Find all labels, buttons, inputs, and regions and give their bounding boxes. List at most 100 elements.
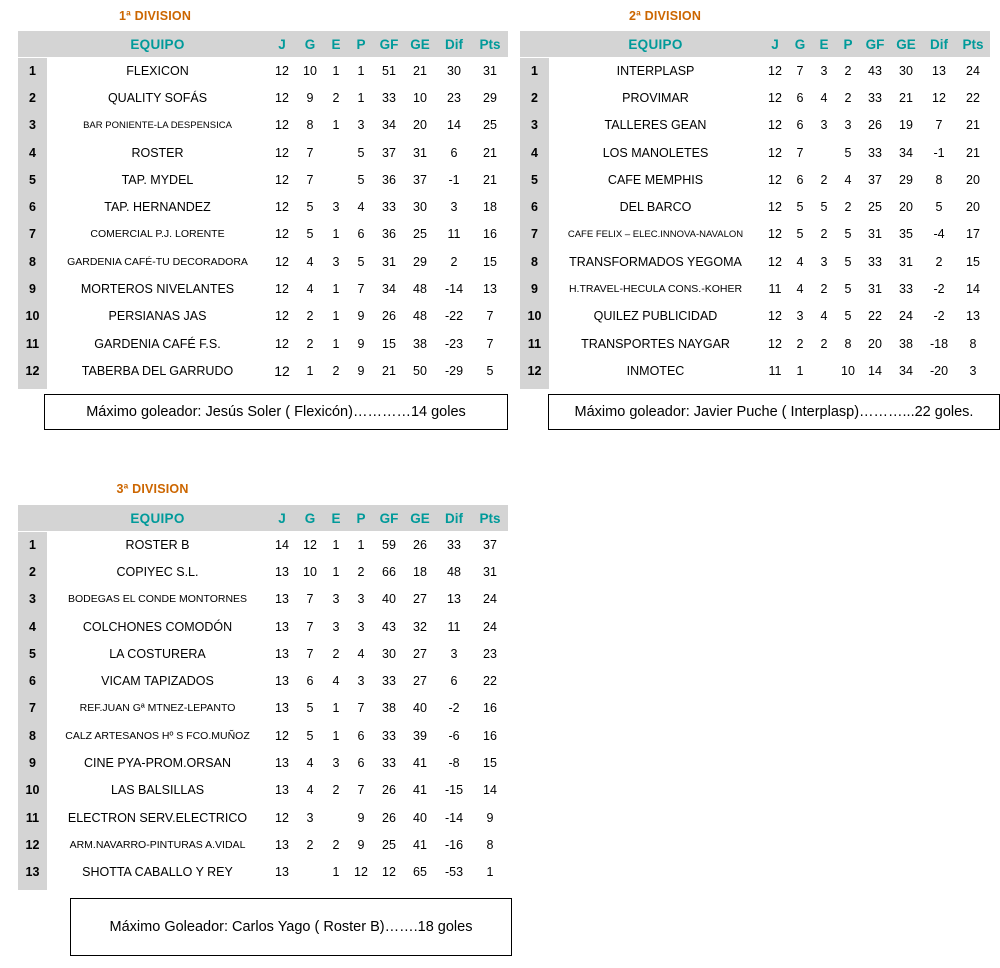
row-team: COPIYEC S.L. xyxy=(116,564,199,579)
row-j: 12 xyxy=(275,728,289,743)
row-team: LA COSTURERA xyxy=(109,646,206,661)
row-e: 2 xyxy=(820,336,828,351)
row-g: 6 xyxy=(306,674,314,689)
row-team: SHOTTA CABALLO Y REY xyxy=(82,865,233,880)
row-p: 3 xyxy=(357,674,365,689)
row-j: 13 xyxy=(275,837,289,852)
row-g: 1 xyxy=(306,363,314,378)
row-e: 1 xyxy=(332,309,340,324)
row-e: 2 xyxy=(820,282,828,297)
top-scorer-text: Máximo goleador: Jesús Soler ( Flexicón)… xyxy=(86,404,466,420)
row-gf: 20 xyxy=(868,336,882,351)
table-row: 12 ARM.NAVARRO-PINTURAS A.VIDAL 13 2 2 9 25 41 -… xyxy=(18,831,508,858)
row-ge: 50 xyxy=(413,363,427,378)
row-j: 12 xyxy=(275,309,289,324)
row-rank: 1 xyxy=(29,537,36,552)
row-ge: 21 xyxy=(899,90,913,105)
top-scorer-text: Máximo Goleador: Carlos Yago ( Roster B)… xyxy=(109,919,473,935)
row-ge: 33 xyxy=(899,282,913,297)
row-gf: 26 xyxy=(382,783,396,798)
row-team: COMERCIAL P.J. LORENTE xyxy=(90,228,225,241)
col-header-team: EQUIPO xyxy=(130,510,185,526)
row-j: 12 xyxy=(768,118,782,133)
col-header-j: J xyxy=(771,36,779,52)
row-e: 3 xyxy=(332,619,340,634)
row-pts: 14 xyxy=(966,282,980,297)
row-pts: 23 xyxy=(483,646,497,661)
row-g: 4 xyxy=(306,254,314,269)
row-rank: 5 xyxy=(29,646,36,661)
row-g: 7 xyxy=(796,63,804,78)
row-g: 7 xyxy=(796,145,804,160)
row-pts: 24 xyxy=(483,592,497,607)
row-ge: 27 xyxy=(413,592,427,607)
row-e: 2 xyxy=(332,646,340,661)
row-gf: 26 xyxy=(382,810,396,825)
row-g: 4 xyxy=(796,254,804,269)
row-ge: 41 xyxy=(413,783,427,798)
col-header-e: E xyxy=(819,36,829,52)
row-j: 12 xyxy=(768,227,782,242)
row-j: 13 xyxy=(275,756,289,771)
row-e: 3 xyxy=(332,200,340,215)
table-row: 4 LOS MANOLETES 12 7 5 33 34 -1 21 xyxy=(520,139,990,166)
table-row: 7 COMERCIAL P.J. LORENTE 12 5 1 6 36 25 11 16 xyxy=(18,221,508,248)
row-pts: 5 xyxy=(486,363,494,378)
row-dif: 11 xyxy=(447,227,461,242)
row-team: TABERBA DEL GARRUDO xyxy=(81,363,234,378)
row-gf: 33 xyxy=(382,756,396,771)
standings-table-3: EQUIPO J G E P GF GE Dif Pts 1 ROSTER B 14… xyxy=(18,505,508,886)
row-dif: 2 xyxy=(450,254,458,269)
row-dif: -16 xyxy=(444,837,464,852)
row-p: 6 xyxy=(357,728,365,743)
row-p: 9 xyxy=(357,309,365,324)
table-row: 11 TRANSPORTES NAYGAR 12 2 2 8 20 38 -18 8 xyxy=(520,330,990,357)
row-gf: 15 xyxy=(382,336,396,351)
row-pts: 3 xyxy=(969,363,977,378)
row-pts: 31 xyxy=(483,63,497,78)
row-g: 5 xyxy=(306,200,314,215)
row-team: COLCHONES COMODÓN xyxy=(82,619,233,634)
row-team: ELECTRON SERV.ELECTRICO xyxy=(67,810,248,825)
col-header-team: EQUIPO xyxy=(130,36,185,52)
row-p: 5 xyxy=(357,145,365,160)
row-j: 13 xyxy=(275,592,289,607)
row-ge: 19 xyxy=(899,118,913,133)
row-team: FLEXICON xyxy=(126,63,189,78)
row-g: 2 xyxy=(306,336,314,351)
table-row: 9 H.TRAVEL-HECULA CONS.-KOHER 11 4 2 5 31 33 -2 1… xyxy=(520,275,990,302)
row-p: 9 xyxy=(357,810,365,825)
row-e: 1 xyxy=(332,118,340,133)
row-p: 8 xyxy=(844,336,852,351)
col-header-p: P xyxy=(356,510,366,526)
row-p: 1 xyxy=(357,63,365,78)
row-j: 12 xyxy=(275,282,289,297)
row-g: 7 xyxy=(306,619,314,634)
top-scorer-box-3: Máximo Goleador: Carlos Yago ( Roster B)… xyxy=(70,898,512,956)
col-header-ge: GE xyxy=(410,36,430,52)
row-pts: 15 xyxy=(483,756,497,771)
row-ge: 27 xyxy=(413,674,427,689)
row-rank: 9 xyxy=(29,756,36,771)
row-ge: 48 xyxy=(413,309,427,324)
row-j: 12 xyxy=(275,254,289,269)
row-e: 5 xyxy=(820,200,828,215)
row-dif: -2 xyxy=(933,282,945,297)
row-rank: 9 xyxy=(531,282,538,297)
row-dif: -2 xyxy=(933,309,945,324)
row-j: 12 xyxy=(275,336,289,351)
row-p: 5 xyxy=(844,309,852,324)
col-header-gf: GF xyxy=(379,510,399,526)
row-team: LOS MANOLETES xyxy=(602,145,709,160)
row-p: 7 xyxy=(357,701,365,716)
row-e: 1 xyxy=(332,63,340,78)
row-pts: 14 xyxy=(483,783,497,798)
row-j: 12 xyxy=(275,63,289,78)
col-header-rank xyxy=(18,31,47,57)
row-e: 2 xyxy=(332,837,340,852)
row-ge: 40 xyxy=(413,701,427,716)
row-gf: 33 xyxy=(868,145,882,160)
table-row: 11 GARDENIA CAFÉ F.S. 12 2 1 9 15 38 -23 7 xyxy=(18,330,508,357)
top-scorer-box-2: Máximo goleador: Javier Puche ( Interpla… xyxy=(548,394,1000,430)
row-e: 3 xyxy=(820,254,828,269)
